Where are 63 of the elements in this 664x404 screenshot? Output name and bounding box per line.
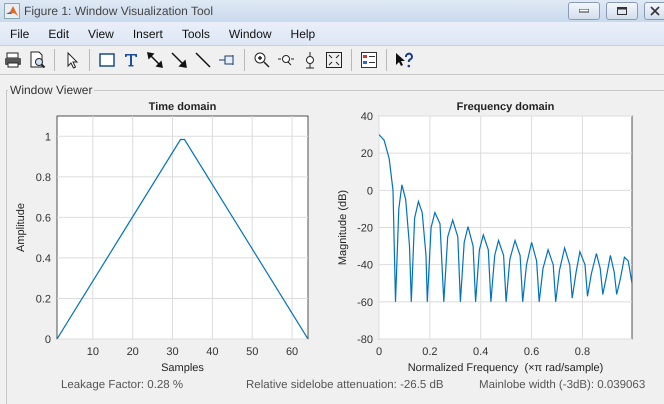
- help-pointer-icon: [395, 51, 413, 69]
- minimize-button[interactable]: [568, 2, 600, 20]
- menu-item[interactable]: Help: [282, 24, 324, 42]
- arrow-icon: [170, 51, 188, 69]
- tick-label: 0: [376, 346, 382, 358]
- tick-label: 0.4: [36, 252, 51, 265]
- menu-item[interactable]: View: [80, 24, 122, 42]
- tick-label: 0: [366, 185, 373, 198]
- status-text: Mainlobe width (-3dB): 0.039063: [479, 379, 646, 391]
- window-title: Figure 1: Window Visualization Tool: [24, 4, 214, 18]
- minimize-icon: [579, 9, 589, 13]
- tick-label: -80: [357, 334, 373, 346]
- close-icon: [650, 6, 660, 16]
- panel-title: Window Viewer: [9, 83, 94, 97]
- print-icon: [4, 51, 22, 69]
- tick-label: 0.8: [36, 172, 51, 184]
- tick-label: 0.6: [524, 346, 540, 358]
- axis-label: Amplitude: [15, 203, 27, 252]
- tick-label: 0.2: [36, 293, 51, 306]
- tick-label: 30: [166, 346, 179, 358]
- tick-label: 50: [246, 346, 258, 358]
- tick-label: 0: [44, 334, 51, 346]
- menu-item[interactable]: File: [2, 24, 38, 42]
- double-arrow-button[interactable]: [144, 49, 166, 71]
- chart-title: Frequency domain: [456, 101, 554, 113]
- axis-label: Normalized Frequency (×π rad/sample): [408, 362, 604, 374]
- tick-label: 1: [44, 131, 51, 144]
- menu-item[interactable]: Edit: [40, 24, 78, 42]
- status-text: Relative sidelobe attenuation: -26.5 dB: [246, 379, 445, 391]
- tick-label: 0.6: [36, 212, 51, 224]
- line-icon: [194, 51, 212, 69]
- axis-label: Magnitude (dB): [337, 190, 349, 266]
- double-arrow-icon: [146, 51, 164, 69]
- legend-icon: [360, 51, 378, 69]
- tick-label: -20: [357, 222, 373, 234]
- tick-label: 40: [206, 346, 218, 358]
- tick-label: -60: [357, 296, 373, 309]
- tick-label: 20: [126, 346, 139, 358]
- rectangle-icon: [98, 51, 116, 69]
- text-icon: [122, 51, 140, 69]
- tick-label: 10: [86, 346, 99, 358]
- tick-label: 0.2: [422, 346, 438, 358]
- maximize-icon: [617, 7, 627, 15]
- legend-button[interactable]: [358, 49, 380, 71]
- chart-title: Time domain: [148, 101, 216, 113]
- tick-label: 0.4: [473, 346, 488, 358]
- axis-label: Samples: [161, 362, 204, 374]
- maximize-button[interactable]: [606, 2, 638, 20]
- app-logo-icon: [4, 3, 20, 19]
- tick-label: 20: [360, 148, 373, 160]
- tick-label: 0.8: [574, 346, 590, 358]
- tick-label: 60: [286, 346, 298, 358]
- menu-item[interactable]: Window: [220, 24, 280, 42]
- close-button[interactable]: [644, 2, 664, 20]
- tick-label: -40: [357, 260, 373, 272]
- status-text: Leakage Factor: 0.28 %: [61, 379, 184, 391]
- zoom-in-icon: [253, 51, 271, 69]
- fit-to-view-button[interactable]: [323, 49, 345, 71]
- tick-label: 40: [360, 111, 373, 123]
- menu-item[interactable]: Insert: [124, 24, 171, 42]
- print-preview-icon: [28, 51, 46, 69]
- fit-to-view-icon: [325, 51, 343, 69]
- menu-item[interactable]: Tools: [174, 24, 218, 42]
